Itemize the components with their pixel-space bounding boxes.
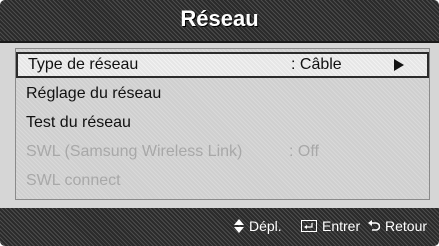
- arrow-right-icon: [394, 59, 404, 71]
- menu-item-label: SWL connect: [26, 172, 121, 189]
- menu-item-label: Réglage du réseau: [26, 85, 162, 102]
- menu-item-label: Test du réseau: [26, 114, 131, 131]
- menu-item-value: : Câble: [291, 56, 342, 73]
- move-hint: Dépl.: [234, 218, 282, 234]
- menu-item-network-type[interactable]: Type de réseau : Câble: [16, 52, 429, 78]
- network-menu-window: Réseau Type de réseau : Câble Réglage du…: [0, 0, 439, 246]
- menu-item-swl: SWL (Samsung Wireless Link) : Off: [16, 139, 429, 165]
- menu-item-network-settings[interactable]: Réglage du réseau: [16, 81, 429, 107]
- menu-item-value: : Off: [289, 143, 319, 160]
- return-hint[interactable]: Retour: [368, 218, 427, 234]
- menu-list: Type de réseau : Câble Réglage du réseau…: [15, 48, 430, 200]
- menu-title: Réseau: [180, 6, 259, 31]
- enter-label: Entrer: [322, 218, 361, 234]
- menu-item-network-test[interactable]: Test du réseau: [16, 110, 429, 136]
- menu-item-swl-connect: SWL connect: [16, 168, 429, 194]
- return-arrow-icon: [368, 220, 380, 231]
- menu-item-label: Type de réseau: [28, 56, 139, 73]
- enter-hint[interactable]: Entrer: [301, 218, 360, 234]
- footer-bar: Dépl. Entrer Retour: [0, 208, 439, 246]
- menu-item-label: SWL (Samsung Wireless Link): [26, 143, 243, 160]
- enter-key-icon: [301, 220, 317, 232]
- return-label: Retour: [385, 218, 428, 234]
- title-bar: Réseau: [0, 0, 439, 43]
- move-label: Dépl.: [249, 218, 282, 234]
- up-down-arrows-icon: [234, 219, 244, 233]
